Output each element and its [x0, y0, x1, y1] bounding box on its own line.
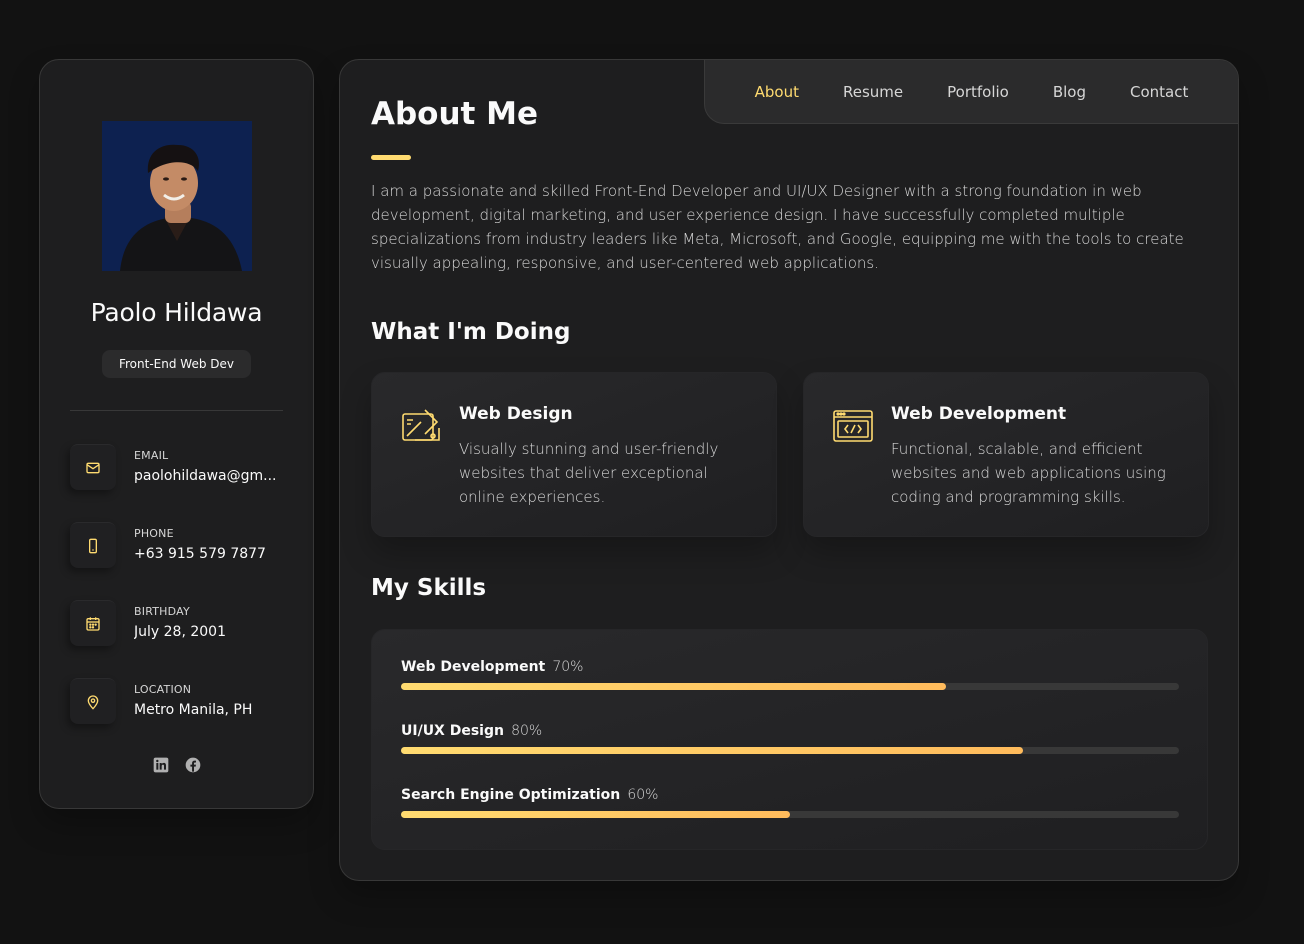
- contact-birthday: Birthday July 28, 2001: [70, 600, 290, 648]
- skill-percent: 80%: [511, 723, 543, 739]
- service-card-web-design: Web Design Visually stunning and user-fr…: [371, 372, 777, 537]
- service-description: Visually stunning and user-friendly webs…: [459, 440, 719, 506]
- skill-item: Web Development 70%: [401, 656, 1179, 690]
- linkedin-icon[interactable]: [153, 757, 169, 773]
- contact-location: Location Metro Manila, PH: [70, 678, 290, 726]
- page-title: About Me: [371, 96, 539, 132]
- contact-value: July 28, 2001: [134, 624, 226, 640]
- service-title: Web Development: [891, 404, 1067, 424]
- nav-about[interactable]: About: [733, 83, 821, 101]
- profile-sidebar: Paolo Hildawa Front-End Web Dev Email pa…: [39, 59, 314, 809]
- avatar-photo: [102, 121, 252, 271]
- design-icon: [401, 406, 441, 446]
- contact-phone: Phone +63 915 579 7877: [70, 522, 290, 570]
- top-navbar: About Resume Portfolio Blog Contact: [704, 60, 1238, 124]
- nav-resume[interactable]: Resume: [821, 83, 925, 101]
- skill-progress-track: [401, 811, 1179, 818]
- contact-phone-link[interactable]: +63 915 579 7877: [134, 546, 284, 562]
- social-links: [40, 757, 313, 773]
- nav-contact[interactable]: Contact: [1108, 83, 1210, 101]
- nav-portfolio[interactable]: Portfolio: [925, 83, 1031, 101]
- contact-email-link[interactable]: paolohildawa@gm...: [134, 468, 284, 484]
- profile-title-badge: Front-End Web Dev: [102, 350, 251, 378]
- skill-progress-fill: [401, 811, 790, 818]
- skill-percent: 60%: [627, 787, 659, 803]
- contact-label: Email: [134, 449, 169, 462]
- avatar: [102, 121, 252, 271]
- location-icon: [70, 678, 116, 724]
- facebook-icon[interactable]: [185, 757, 201, 773]
- calendar-icon: [70, 600, 116, 646]
- skill-name: Web Development: [401, 659, 546, 675]
- service-card-web-development: Web Development Functional, scalable, an…: [803, 372, 1209, 537]
- skill-progress-fill: [401, 683, 946, 690]
- code-icon: [833, 406, 873, 446]
- service-title: Web Design: [459, 404, 573, 424]
- about-paragraph: I am a passionate and skilled Front-End …: [371, 182, 1184, 272]
- skill-progress-fill: [401, 747, 1024, 754]
- services-heading: What I'm Doing: [371, 319, 571, 345]
- phone-icon: [70, 522, 116, 568]
- sidebar-separator: [70, 410, 283, 411]
- title-underline: [371, 155, 411, 160]
- contact-value: Metro Manila, PH: [134, 702, 253, 718]
- contact-email: Email paolohildawa@gm...: [70, 444, 290, 492]
- nav-blog[interactable]: Blog: [1031, 83, 1108, 101]
- skill-name: UI/UX Design: [401, 723, 504, 739]
- skill-percent: 70%: [552, 659, 584, 675]
- skill-item: UI/UX Design 80%: [401, 720, 1179, 754]
- skill-item: Search Engine Optimization 60%: [401, 784, 1179, 818]
- skill-progress-track: [401, 747, 1179, 754]
- skill-progress-track: [401, 683, 1179, 690]
- main-content: About Resume Portfolio Blog Contact Abou…: [339, 59, 1239, 881]
- skills-list: Web Development 70% UI/UX Design 80% Sea…: [371, 629, 1208, 850]
- contact-label: Birthday: [134, 605, 190, 618]
- mail-icon: [70, 444, 116, 490]
- contact-label: Phone: [134, 527, 174, 540]
- contact-label: Location: [134, 683, 192, 696]
- service-description: Functional, scalable, and efficient webs…: [891, 440, 1166, 506]
- skills-heading: My Skills: [371, 575, 487, 601]
- profile-name: Paolo Hildawa: [90, 298, 263, 327]
- skill-name: Search Engine Optimization: [401, 787, 621, 803]
